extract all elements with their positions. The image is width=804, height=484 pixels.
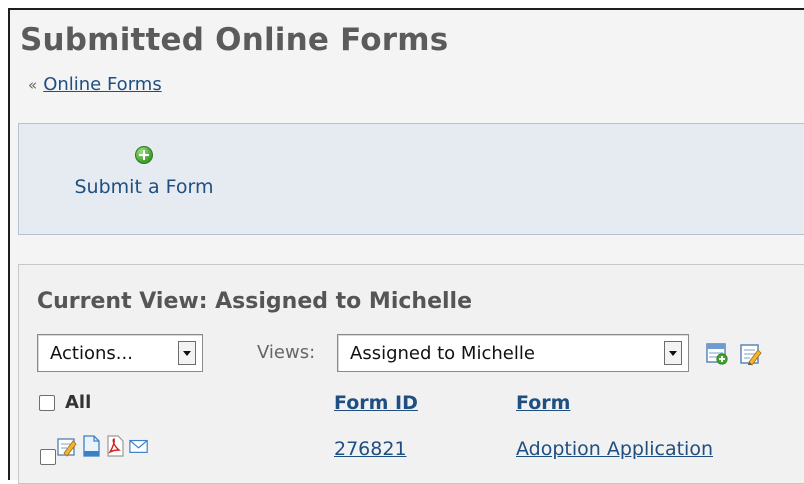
document-icon[interactable] [81,435,101,457]
form-name-link[interactable]: Adoption Application [516,438,713,460]
action-panel: Submit a Form [18,123,804,235]
page-title: Submitted Online Forms [20,22,449,58]
actions-dropdown-value: Actions... [50,343,133,364]
edit-icon[interactable] [57,435,77,457]
submit-form-button[interactable]: Submit a Form [59,146,229,198]
views-label: Views: [257,342,316,363]
column-header-form[interactable]: Form [516,392,570,414]
views-dropdown-value: Assigned to Michelle [350,343,535,364]
view-panel: Current View: Assigned to Michelle Actio… [18,264,804,484]
breadcrumb-separator: « [28,76,38,94]
edit-view-icon[interactable] [739,342,763,366]
breadcrumb: « Online Forms [28,74,162,95]
submit-form-label[interactable]: Submit a Form [59,176,229,198]
pdf-icon[interactable] [105,435,125,457]
actions-dropdown[interactable]: Actions... [37,334,203,372]
column-header-form-id[interactable]: Form ID [334,392,418,414]
chevron-down-icon[interactable] [178,341,196,365]
content-frame: Submitted Online Forms « Online Forms Sub… [8,8,804,484]
current-view-title: Current View: Assigned to Michelle [37,289,472,314]
row-checkbox[interactable] [40,449,56,465]
online-forms-link[interactable]: Online Forms [43,74,162,95]
email-icon[interactable] [129,435,149,457]
add-view-icon[interactable] [705,342,729,366]
views-dropdown[interactable]: Assigned to Michelle [337,334,689,372]
plus-circle-icon[interactable] [135,146,153,164]
select-all-checkbox[interactable] [39,395,55,411]
form-id-link[interactable]: 276821 [334,438,407,460]
chevron-down-icon[interactable] [664,341,682,365]
select-all-label: All [65,392,92,413]
